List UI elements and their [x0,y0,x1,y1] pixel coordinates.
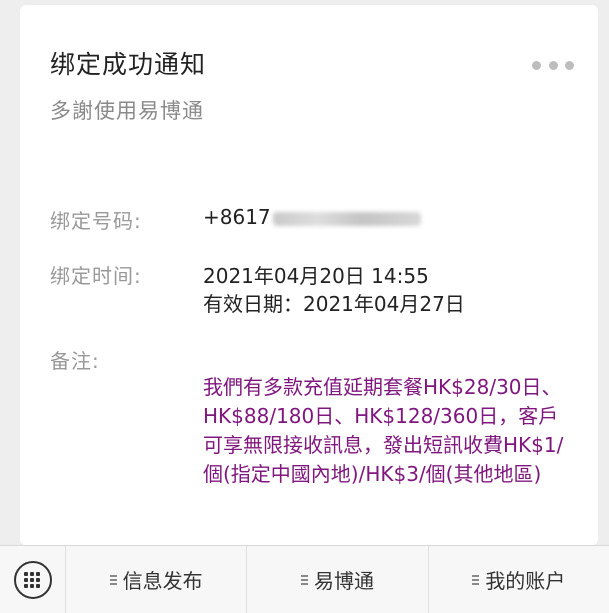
bottom-menu-bar: 信息发布 易博通 我的账户 [0,545,609,613]
bind-number-label: 绑定号码: [50,209,142,233]
remark-label: 备注: [50,349,100,373]
menu-item-label: 易博通 [313,569,374,593]
keyboard-icon [13,560,52,599]
menu-item-label: 我的账户 [485,569,566,593]
card-title: 绑定成功通知 [50,50,207,79]
menu-item-label: 信息发布 [122,569,203,593]
menu-item-my-account[interactable]: 我的账户 [429,546,609,613]
card-subtitle: 多謝使用易博通 [50,99,204,123]
bind-time-label: 绑定时间: [50,264,142,288]
menu-list-icon [300,574,308,585]
menu-item-info-publish[interactable]: 信息发布 [66,546,248,613]
keyboard-toggle-button[interactable] [0,546,66,613]
menu-list-icon [109,574,117,585]
more-dots-icon[interactable] [532,57,574,73]
bind-time-value: 2021年04月20日 14:55 [203,264,429,288]
menu-item-ebotong[interactable]: 易博通 [247,546,429,613]
menu-list-icon [472,574,480,585]
bind-number-text: +8617 [203,205,271,229]
bind-number-value: +8617 [203,205,421,229]
valid-date-value: 有效日期：2021年04月27日 [203,292,465,316]
blurred-number [272,211,421,226]
remark-note: 我們有多款充值延期套餐HK$28/30日、HK$88/180日、HK$128/3… [203,375,564,486]
notification-card: 绑定成功通知 多謝使用易博通 绑定号码: +8617 绑定时间: 2021年04… [20,5,598,545]
